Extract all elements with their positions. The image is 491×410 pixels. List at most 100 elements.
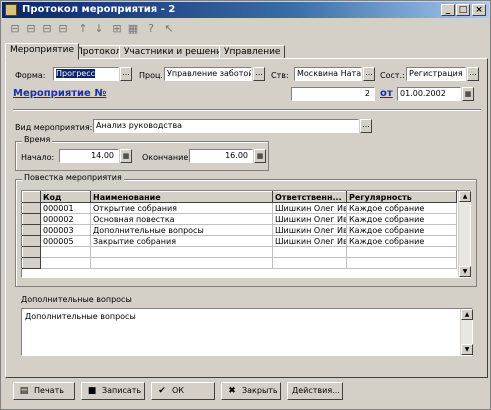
row-selector[interactable]	[22, 235, 41, 247]
event-date-field[interactable]: 01.00.2002	[397, 87, 461, 101]
tree-icon[interactable]: ⊞	[109, 21, 125, 37]
toolbar: ⊟ ⊟ ⊟ ⊟ ↑ ↓ ⊞ ▦ ? ↖	[3, 19, 490, 39]
table-row-empty[interactable]	[22, 246, 457, 258]
cell-regularity: Каждое собрание	[346, 235, 457, 247]
forma-field[interactable]: Прогресс	[53, 67, 119, 81]
arrow-up-icon[interactable]: ↑	[75, 21, 91, 37]
proc-select-button[interactable]: ...	[253, 67, 265, 81]
tab-event[interactable]: Мероприятие	[5, 43, 80, 60]
end-time-field[interactable]: 16.00	[189, 149, 253, 163]
proc-field[interactable]: Управление заботой	[164, 67, 252, 81]
window-title: Протокол мероприятия - 2	[22, 4, 176, 15]
row-selector[interactable]	[22, 224, 41, 236]
end-label: Окончание:	[142, 153, 191, 162]
ot-link[interactable]: от	[380, 88, 393, 99]
row-selector[interactable]	[22, 213, 41, 225]
cell-responsible: Шишкин Олег Ив	[272, 224, 347, 236]
agenda-table[interactable]: Код Наименование Ответственн... Регулярн…	[21, 190, 471, 278]
event-number-field[interactable]: 2	[291, 87, 375, 101]
pointer-help-icon[interactable]: ↖	[161, 21, 177, 37]
stv-select-button[interactable]: ...	[363, 67, 375, 81]
agenda-group-title: Повестка мероприятия	[22, 173, 124, 182]
event-number-link[interactable]: Мероприятие №	[13, 88, 106, 99]
ok-button[interactable]: ✔ ОК	[151, 382, 215, 400]
page-last-icon[interactable]: ⊟	[55, 21, 71, 37]
floppy-disk-icon: ■	[87, 386, 97, 396]
start-time-field[interactable]: 14.00	[59, 149, 119, 163]
cell-name: Дополнительные вопросы	[90, 224, 273, 236]
column-header-name[interactable]: Наименование	[90, 191, 273, 203]
row-selector[interactable]	[22, 246, 41, 258]
cell-name: Закрытие собрания	[90, 235, 273, 247]
extra-group-title: Дополнительные вопросы	[21, 295, 132, 304]
vid-label: Вид мероприятия:	[15, 123, 93, 132]
print-button[interactable]: ▤ Печать	[13, 382, 75, 400]
maximize-button[interactable]: □	[456, 4, 470, 16]
table-row[interactable]: 000005 Закрытие собрания Шишкин Олег Ив …	[22, 235, 457, 247]
vid-field[interactable]: Анализ руководства	[93, 119, 359, 133]
tab-participants[interactable]: Участники и решения	[119, 45, 233, 59]
cell-name: Основная повестка	[90, 213, 273, 225]
row-header-corner	[22, 191, 41, 203]
sost-select-button[interactable]: ...	[467, 67, 479, 81]
forma-select-button[interactable]: ...	[120, 67, 132, 81]
minimize-button[interactable]: _	[441, 4, 455, 16]
tab-strip: Мероприятие Протокол Участники и решения…	[5, 43, 485, 60]
sost-label: Сост.:	[380, 71, 405, 80]
extra-questions-textarea[interactable]: Дополнительные вопросы ▲ ▼	[21, 308, 473, 356]
end-time-picker-icon[interactable]: ▦	[254, 149, 266, 163]
row-selector[interactable]	[22, 257, 41, 269]
start-time-picker-icon[interactable]: ▦	[120, 149, 132, 163]
cell-regularity: Каждое собрание	[346, 202, 457, 214]
stv-label: Ств:	[271, 71, 289, 80]
help-icon[interactable]: ?	[143, 21, 159, 37]
start-label: Начало:	[21, 153, 55, 162]
grid-icon[interactable]: ▦	[125, 21, 141, 37]
actions-button[interactable]: Действия...	[287, 382, 343, 400]
extra-questions-text: Дополнительные вопросы	[25, 312, 136, 321]
table-row[interactable]: 000003 Дополнительные вопросы Шишкин Оле…	[22, 224, 457, 236]
cell-responsible: Шишкин Олег Ив	[272, 235, 347, 247]
memo-scrollbar[interactable]: ▲ ▼	[460, 309, 473, 355]
cell-responsible: Шишкин Олег Ив	[272, 213, 347, 225]
row-selector[interactable]	[22, 202, 41, 214]
event-date-calendar-icon[interactable]: ▦	[462, 87, 474, 101]
cell-code: 000001	[40, 202, 91, 214]
page-first-icon[interactable]: ⊟	[7, 21, 23, 37]
title-bar[interactable]: Протокол мероприятия - 2 _ □ ×	[2, 2, 489, 18]
arrow-down-icon[interactable]: ↓	[91, 21, 107, 37]
cell-code: 000003	[40, 224, 91, 236]
app-icon	[5, 4, 17, 16]
page-prev-icon[interactable]: ⊟	[23, 21, 39, 37]
cell-regularity: Каждое собрание	[346, 224, 457, 236]
checkmark-icon: ✔	[158, 386, 166, 396]
divider	[13, 109, 481, 111]
column-header-responsible[interactable]: Ответственн...	[272, 191, 347, 203]
tab-management[interactable]: Управление	[219, 45, 286, 59]
save-button[interactable]: ■ Записать	[81, 382, 145, 400]
close-window-button[interactable]: ×	[472, 4, 486, 16]
cell-code: 000002	[40, 213, 91, 225]
scroll-up-icon[interactable]: ▲	[461, 309, 473, 320]
page-next-icon[interactable]: ⊟	[39, 21, 55, 37]
scroll-down-icon[interactable]: ▼	[459, 266, 471, 277]
scroll-down-icon[interactable]: ▼	[461, 344, 473, 355]
agenda-scrollbar[interactable]: ▲ ▼	[458, 191, 471, 277]
table-row[interactable]: 000002 Основная повестка Шишкин Олег Ив …	[22, 213, 457, 225]
cell-responsible: Шишкин Олег Ив	[272, 202, 347, 214]
printer-icon: ▤	[19, 386, 29, 396]
cell-name: Открытие собрания	[90, 202, 273, 214]
scroll-up-icon[interactable]: ▲	[459, 191, 471, 202]
column-header-regularity[interactable]: Регулярность	[346, 191, 457, 203]
stv-field[interactable]: Москвина Ната	[294, 67, 362, 81]
vid-select-button[interactable]: ...	[360, 119, 372, 133]
table-row-empty[interactable]	[22, 257, 457, 269]
forma-label: Форма:	[15, 71, 46, 80]
cell-code: 000005	[40, 235, 91, 247]
table-row[interactable]: 000001 Открытие собрания Шишкин Олег Ив …	[22, 202, 457, 214]
column-header-code[interactable]: Код	[40, 191, 91, 203]
close-button[interactable]: ✖ Закрыть	[221, 382, 281, 400]
sost-field[interactable]: Регистрация	[406, 67, 466, 81]
protocol-window: Протокол мероприятия - 2 _ □ × ⊟ ⊟ ⊟ ⊟ ↑…	[0, 0, 491, 410]
close-icon: ✖	[228, 386, 236, 396]
